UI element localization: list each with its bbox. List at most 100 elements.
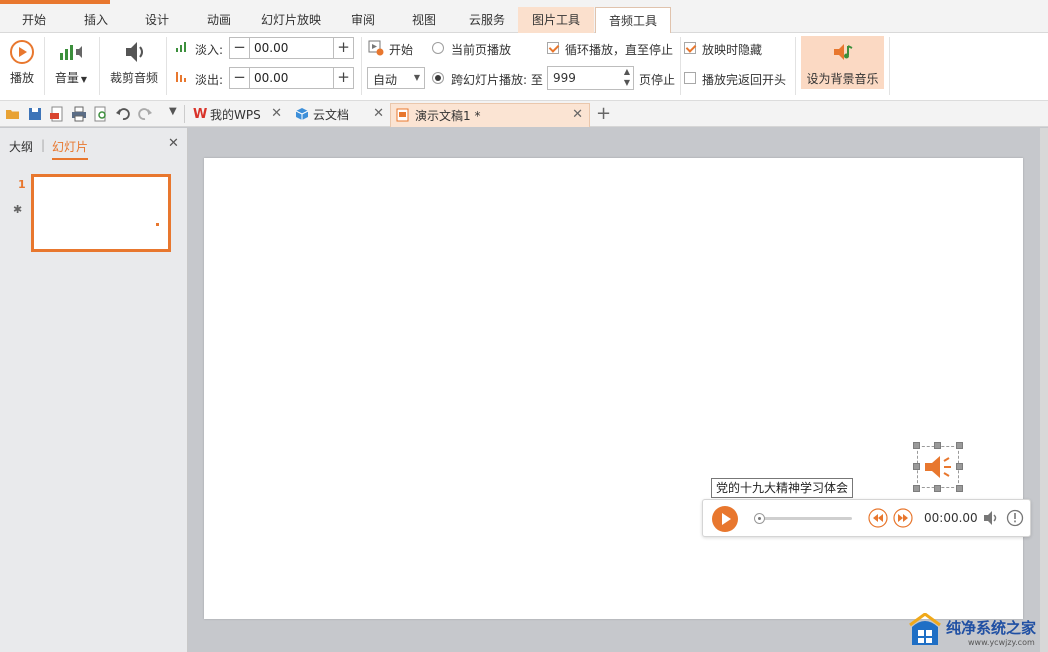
doc-tab-presentation[interactable]: 演示文稿1 * ✕ <box>390 103 590 127</box>
resize-handle[interactable] <box>913 485 920 492</box>
volume-bars-icon <box>60 45 82 60</box>
cross-slides-radio[interactable] <box>432 72 444 84</box>
pane-divider: | <box>41 138 46 152</box>
export-pdf-icon[interactable] <box>49 106 65 122</box>
spin-up-icon[interactable]: ▲ <box>624 67 630 76</box>
seek-handle[interactable] <box>754 513 765 524</box>
music-note-icon <box>833 44 852 60</box>
fade-in-value[interactable]: 00.00 <box>254 38 288 58</box>
seek-track[interactable] <box>758 517 852 520</box>
current-page-label: 当前页播放 <box>451 43 512 57</box>
close-icon[interactable]: ✕ <box>271 103 282 125</box>
loop-label: 循环播放，直至停止 <box>565 43 674 57</box>
redo-icon[interactable] <box>137 106 153 122</box>
resize-handle[interactable] <box>956 463 963 470</box>
rewind-icon[interactable] <box>868 508 888 528</box>
trim-audio-button[interactable]: 裁剪音频 <box>106 39 162 86</box>
play-icon <box>10 40 34 64</box>
play-icon[interactable] <box>711 505 739 533</box>
fade-out-value[interactable]: 00.00 <box>254 68 288 88</box>
tab-picture-tools[interactable]: 图片工具 <box>518 7 594 33</box>
fade-out-decrease-button[interactable]: − <box>230 68 250 88</box>
slides-tab[interactable]: 幻灯片 <box>52 138 89 160</box>
cube-icon <box>295 108 309 120</box>
tab-home[interactable]: 开始 <box>14 8 54 32</box>
set-background-music-label: 设为背景音乐 <box>806 72 879 86</box>
slide-thumbnail-1[interactable] <box>31 174 171 252</box>
pane-tabs: 大纲 | 幻灯片 ✕ <box>0 128 188 160</box>
spin-down-icon[interactable]: ▼ <box>624 78 630 87</box>
start-mode-select[interactable]: 自动 ▼ <box>367 67 425 89</box>
fade-out-increase-button[interactable]: + <box>333 68 353 88</box>
doc-tab-cloud-docs[interactable]: 云文档 ✕ <box>290 103 390 127</box>
fade-in-decrease-button[interactable]: − <box>230 38 250 58</box>
doc-tab-label: 演示文稿1 * <box>415 109 481 123</box>
volume-label: 音量 <box>54 71 79 85</box>
vertical-scrollbar[interactable] <box>1040 128 1048 652</box>
audio-object[interactable] <box>913 442 963 492</box>
trim-audio-label: 裁剪音频 <box>109 71 158 85</box>
quick-access-dropdown-icon[interactable]: ▼ <box>169 106 177 117</box>
tab-cloud-service[interactable]: 云服务 <box>464 8 510 32</box>
info-icon[interactable] <box>1006 509 1024 527</box>
loop-checkbox[interactable] <box>547 42 559 54</box>
separator <box>166 37 167 95</box>
slide-pane: 大纲 | 幻灯片 ✕ 1 ✱ <box>0 128 188 652</box>
stop-after-page-value[interactable]: 999 <box>553 71 576 85</box>
tab-insert[interactable]: 插入 <box>76 8 116 32</box>
doc-tab-label: 云文档 <box>313 108 350 122</box>
brand-name: 纯净系统之家 <box>946 619 1037 637</box>
close-pane-icon[interactable]: ✕ <box>168 136 179 151</box>
volume-icon[interactable] <box>982 510 1000 526</box>
tab-animation[interactable]: 动画 <box>199 8 239 32</box>
resize-handle[interactable] <box>913 442 920 449</box>
start-mode-value: 自动 <box>373 73 398 87</box>
fade-out-stepper[interactable]: − 00.00 + <box>229 67 354 89</box>
separator <box>361 37 362 95</box>
brand-url: www.ycwjzy.com <box>968 638 1035 647</box>
resize-handle[interactable] <box>956 485 963 492</box>
cross-slides-label: 跨幻灯片播放: 至 <box>451 73 543 87</box>
slide-number: 1 <box>18 178 26 191</box>
set-background-music-button[interactable]: 设为背景音乐 <box>801 36 884 89</box>
volume-button[interactable]: 音量 ▼ <box>50 39 92 86</box>
tab-review[interactable]: 审阅 <box>343 8 383 32</box>
resize-handle[interactable] <box>934 485 941 492</box>
new-tab-icon[interactable]: + <box>596 103 611 124</box>
rewind-after-play-checkbox[interactable] <box>684 72 696 84</box>
undo-icon[interactable] <box>115 106 131 122</box>
hide-during-show-checkbox[interactable] <box>684 42 696 54</box>
print-icon[interactable] <box>71 106 87 122</box>
tab-design[interactable]: 设计 <box>137 8 177 32</box>
slide-animation-star-icon: ✱ <box>13 203 23 216</box>
dropdown-arrow-icon: ▼ <box>80 75 88 84</box>
doc-tab-my-wps[interactable]: W 我的WPS ✕ <box>188 103 288 127</box>
fade-out-label: 淡出: <box>195 73 224 87</box>
tab-slideshow[interactable]: 幻灯片放映 <box>256 8 326 32</box>
close-icon[interactable]: ✕ <box>373 103 384 125</box>
fast-forward-icon[interactable] <box>893 508 913 528</box>
resize-handle[interactable] <box>913 463 920 470</box>
open-folder-icon[interactable] <box>5 106 21 122</box>
stop-after-page-stepper[interactable]: 999 ▲ ▼ <box>547 66 634 90</box>
slide-canvas[interactable] <box>204 158 1023 619</box>
close-icon[interactable]: ✕ <box>572 104 583 126</box>
app-accent-strip <box>0 0 110 4</box>
brand-logo-icon <box>909 613 941 645</box>
print-preview-icon[interactable] <box>93 106 109 122</box>
audio-title-tooltip: 党的十九大精神学习体会 <box>711 478 854 498</box>
chevron-down-icon: ▼ <box>413 73 420 82</box>
fade-in-stepper[interactable]: − 00.00 + <box>229 37 354 59</box>
save-icon[interactable] <box>27 106 43 122</box>
watermark-logo: 纯净系统之家 www.ycwjzy.com <box>898 611 1048 652</box>
current-page-radio[interactable] <box>432 42 444 54</box>
fade-in-icon <box>176 42 186 52</box>
play-label: 播放 <box>9 71 34 85</box>
tab-view[interactable]: 视图 <box>404 8 444 32</box>
play-button[interactable]: 播放 <box>4 39 40 86</box>
fade-in-increase-button[interactable]: + <box>333 38 353 58</box>
resize-handle[interactable] <box>934 442 941 449</box>
outline-tab[interactable]: 大纲 <box>9 138 33 155</box>
tab-audio-tools[interactable]: 音频工具 <box>595 7 671 33</box>
resize-handle[interactable] <box>956 442 963 449</box>
